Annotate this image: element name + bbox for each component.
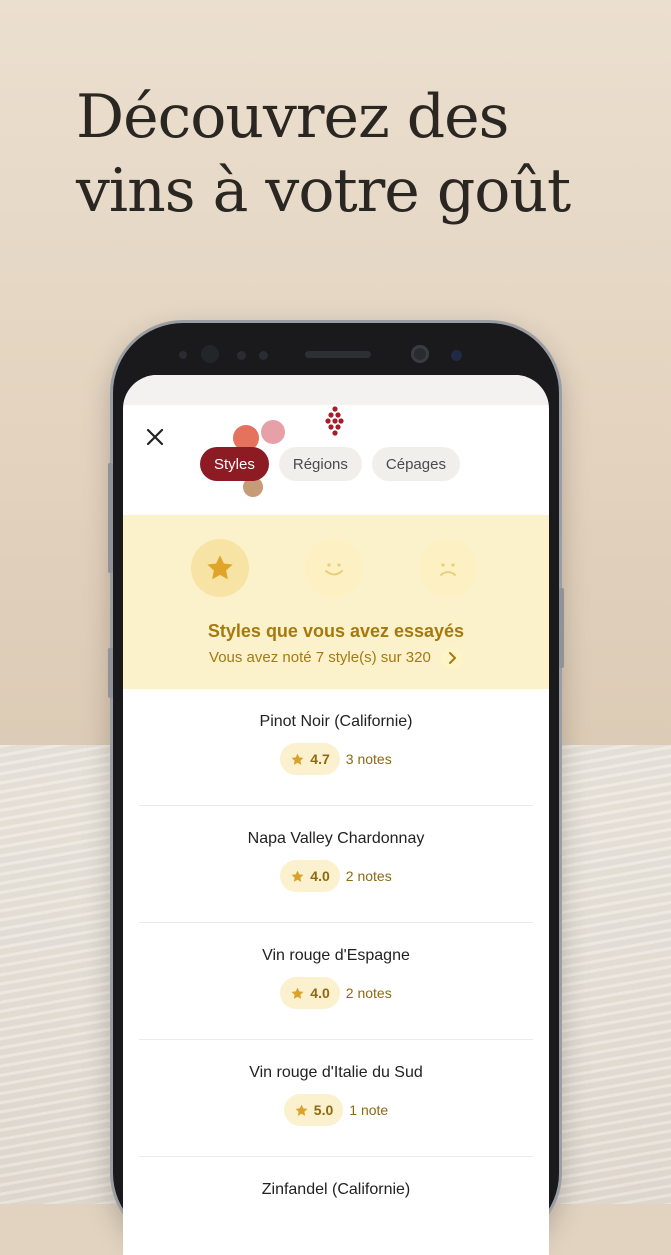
smile-face-icon <box>325 563 343 576</box>
rating-value: 4.0 <box>310 985 330 1001</box>
rating-row: 4.0 2 notes <box>139 860 533 892</box>
sensor-dot <box>179 351 187 359</box>
sensor-dot <box>237 351 246 360</box>
star-icon <box>291 987 304 999</box>
phone-device: Styles Régions Cépages Styles que vous a… <box>108 323 564 1255</box>
headline-line-2: vins à votre goût <box>76 156 571 226</box>
notes-count: 3 notes <box>345 751 392 767</box>
style-name: Napa Valley Chardonnay <box>247 830 425 847</box>
style-name: Zinfandel (Californie) <box>261 1181 411 1198</box>
smile-filter-button[interactable] <box>305 539 363 597</box>
star-icon <box>295 1104 308 1116</box>
rating-badge: 4.7 <box>280 743 340 775</box>
chevron-right-icon <box>440 647 463 669</box>
tab-regions[interactable]: Régions <box>278 447 362 481</box>
filter-tabs: Styles Régions Cépages <box>200 447 460 481</box>
rating-badge: 5.0 <box>283 1094 344 1126</box>
rated-styles-link[interactable]: Vous avez noté 7 style(s) sur 320 <box>123 647 549 669</box>
style-blob <box>261 420 285 444</box>
rating-badge: 4.0 <box>280 977 340 1009</box>
star-icon <box>291 753 304 765</box>
rating-badge: 4.0 <box>280 860 340 892</box>
star-icon <box>207 555 233 580</box>
list-item[interactable]: Pinot Noir (Californie) 4.7 3 notes <box>139 689 533 806</box>
close-button[interactable] <box>143 425 167 449</box>
styles-list: Pinot Noir (Californie) 4.7 3 notes Napa… <box>123 689 549 1255</box>
panel-title: Styles que vous avez essayés <box>207 621 465 641</box>
list-item[interactable]: Napa Valley Chardonnay 4.0 2 notes <box>139 806 533 923</box>
rating-row: 4.7 3 notes <box>139 743 533 775</box>
front-camera <box>201 345 219 363</box>
iris-scanner <box>411 345 429 363</box>
list-item[interactable]: Zinfandel (Californie) <box>139 1157 533 1255</box>
rating-row: 5.0 1 note <box>139 1094 533 1126</box>
rating-row: 4.0 2 notes <box>139 977 533 1009</box>
notes-count: 1 note <box>349 1102 389 1118</box>
headline-line-1: Découvrez des <box>76 82 509 152</box>
tab-cepages[interactable]: Cépages <box>371 447 460 481</box>
star-icon <box>291 870 304 882</box>
grape-logo-icon <box>325 406 344 436</box>
rating-value: 4.0 <box>310 868 330 884</box>
status-bar <box>123 375 549 405</box>
sensor-dot <box>259 351 268 360</box>
power-button <box>559 588 564 668</box>
promo-headline: Découvrez des vins à votre goût <box>76 80 636 228</box>
sad-face-icon <box>440 563 456 576</box>
rating-value: 5.0 <box>313 1102 334 1118</box>
sad-filter-button[interactable] <box>419 539 477 597</box>
list-item[interactable]: Vin rouge d'Espagne 4.0 2 notes <box>139 923 533 1040</box>
list-item[interactable]: Vin rouge d'Italie du Sud 5.0 1 note <box>139 1040 533 1157</box>
style-name: Vin rouge d'Espagne <box>262 947 410 964</box>
sensor-dot <box>451 350 462 361</box>
star-filter-button[interactable] <box>191 539 249 597</box>
panel-subtitle: Vous avez noté 7 style(s) sur 320 <box>209 648 431 666</box>
tab-styles[interactable]: Styles <box>200 447 269 481</box>
notes-count: 2 notes <box>345 985 392 1001</box>
close-icon <box>146 428 164 446</box>
style-name: Pinot Noir (Californie) <box>259 713 413 730</box>
app-screen: Styles Régions Cépages Styles que vous a… <box>123 375 549 1255</box>
bixby-button <box>108 648 113 698</box>
notes-count: 2 notes <box>345 868 392 884</box>
style-name: Vin rouge d'Italie du Sud <box>249 1064 423 1081</box>
tried-styles-panel: Styles que vous avez essayés Vous avez n… <box>123 515 549 689</box>
volume-button <box>108 463 113 573</box>
earpiece-speaker <box>305 351 371 358</box>
rating-value: 4.7 <box>310 751 330 767</box>
